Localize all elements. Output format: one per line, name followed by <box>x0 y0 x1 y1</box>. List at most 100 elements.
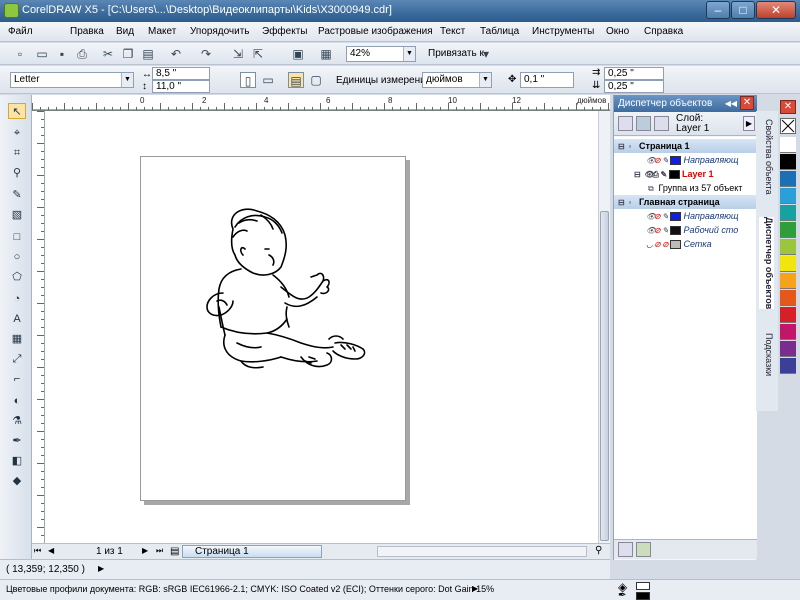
palette-swatch[interactable] <box>780 341 796 357</box>
ellipse-tool-icon[interactable]: ○ <box>8 249 26 265</box>
pen-icon[interactable]: ✎ <box>662 224 670 238</box>
tree-grid-layer[interactable]: ◡⊘⊘ Сетка <box>614 237 757 251</box>
snap-to-button[interactable]: Привязать к <box>428 48 484 59</box>
tree-master-guides[interactable]: 👁⊘✎ Направляющ <box>614 209 757 223</box>
units-select[interactable]: дюймов ▼ <box>422 72 492 88</box>
docker-close-icon[interactable]: ✕ <box>740 96 754 110</box>
menu-text[interactable]: Текст <box>440 26 465 37</box>
maximize-button[interactable]: □ <box>731 1 755 19</box>
palette-close-icon[interactable]: ✕ <box>780 100 796 114</box>
printer-icon[interactable]: ⎙ <box>653 168 661 182</box>
welcome-screen-icon[interactable]: ▦ <box>318 46 334 62</box>
tree-page-1[interactable]: ⊟ ▫ Страница 1 <box>614 139 757 153</box>
page-width-input[interactable]: 8,5 " <box>152 67 210 80</box>
application-launcher-icon[interactable]: ▣ <box>290 46 306 62</box>
prev-page-icon[interactable]: ◀ <box>48 546 54 555</box>
child-sitting-illustration[interactable] <box>141 157 407 502</box>
printer-disabled-icon[interactable]: ⊘ <box>654 154 662 168</box>
outline-pen-tool-icon[interactable]: ✒ <box>8 433 26 449</box>
printer-disabled-icon[interactable]: ⊘ <box>654 238 662 252</box>
menu-view[interactable]: Вид <box>116 26 134 37</box>
eye-icon[interactable]: 👁 <box>646 224 656 238</box>
paste-icon[interactable]: ▤ <box>140 46 156 62</box>
expand-collapse-icon[interactable]: ⊟ <box>634 168 642 182</box>
close-button[interactable]: ✕ <box>756 1 796 19</box>
menu-help[interactable]: Справка <box>644 26 683 37</box>
polygon-tool-icon[interactable]: ⬠ <box>8 269 26 285</box>
palette-swatch[interactable] <box>780 188 796 204</box>
tree-layer-1[interactable]: ⊟ 👁⎙ ✎ Layer 1 <box>614 167 757 181</box>
crop-tool-icon[interactable]: ⌗ <box>8 145 26 161</box>
page-tab-1[interactable]: Страница 1 <box>182 545 322 558</box>
chevron-down-icon[interactable]: ▾ <box>478 46 494 62</box>
vertical-ruler[interactable] <box>32 111 45 543</box>
no-color-swatch[interactable] <box>780 118 796 134</box>
eye-icon[interactable]: 👁 <box>646 154 656 168</box>
layer-properties-icon[interactable] <box>618 116 633 131</box>
tree-desktop-layer[interactable]: 👁⊘✎ Рабочий сто <box>614 223 757 237</box>
pen-icon[interactable]: ✎ <box>661 168 669 182</box>
profiles-arrow-icon[interactable]: ▶ <box>472 584 478 593</box>
new-document-icon[interactable]: ▫ <box>12 46 28 62</box>
add-page-icon[interactable]: ▤ <box>170 546 179 557</box>
palette-swatch[interactable] <box>780 324 796 340</box>
all-pages-icon[interactable]: ▤ <box>288 72 304 88</box>
next-page-icon[interactable]: ▶ <box>142 546 148 555</box>
export-icon[interactable]: ⇱ <box>250 46 266 62</box>
pick-tool-icon[interactable]: ↖ <box>8 103 26 119</box>
expand-collapse-icon[interactable]: ⊟ <box>618 140 626 154</box>
redo-icon[interactable]: ↷ <box>198 46 214 62</box>
menu-table[interactable]: Таблица <box>480 26 519 37</box>
tree-guides-layer[interactable]: 👁⊘✎ Направляющ <box>614 153 757 167</box>
new-master-layer-icon[interactable] <box>636 542 651 557</box>
menu-file[interactable]: Файл <box>8 26 33 37</box>
horizontal-scrollbar[interactable] <box>377 546 587 557</box>
zoom-tool-icon[interactable]: ⚲ <box>8 165 26 181</box>
palette-swatch[interactable] <box>780 290 796 306</box>
document-page[interactable] <box>140 156 406 501</box>
eyedropper-tool-icon[interactable]: ⚗ <box>8 413 26 429</box>
zoom-level-select[interactable]: 42% ▼ <box>346 46 416 62</box>
tree-group-item[interactable]: ⧉ Группа из 57 объект <box>614 181 757 195</box>
tab-object-manager[interactable]: Диспетчер объектов <box>759 217 774 310</box>
fill-color-indicator[interactable] <box>636 592 650 600</box>
first-page-icon[interactable]: ⏮ <box>34 546 41 556</box>
eye-hidden-icon[interactable]: ◡ <box>646 238 654 252</box>
new-layer-icon[interactable] <box>618 542 633 557</box>
pen-lock-icon[interactable]: ✎ <box>662 210 670 224</box>
pen-lock-icon[interactable]: ✎ <box>662 154 670 168</box>
save-icon[interactable]: ▪ <box>54 46 70 62</box>
import-icon[interactable]: ⇲ <box>230 46 246 62</box>
edit-across-layers-icon[interactable] <box>654 116 669 131</box>
tree-master-page[interactable]: ⊟ ▫ Главная страница <box>614 195 757 209</box>
paper-type-select[interactable]: Letter ▼ <box>10 72 134 88</box>
minimize-button[interactable]: – <box>706 1 730 19</box>
rectangle-tool-icon[interactable]: □ <box>8 229 26 245</box>
pen-disabled-icon[interactable]: ⊘ <box>662 238 670 252</box>
color-profiles-text[interactable]: Цветовые профили документа: RGB: sRGB IE… <box>6 584 494 594</box>
last-page-icon[interactable]: ⏭ <box>156 546 163 556</box>
horizontal-ruler[interactable]: 0 2 4 6 8 10 12 дюймов <box>32 95 610 111</box>
palette-swatch[interactable] <box>780 358 796 374</box>
zoom-navigator-icon[interactable]: ⚲ <box>595 545 602 556</box>
table-tool-icon[interactable]: ▦ <box>8 331 26 347</box>
menu-tools[interactable]: Инструменты <box>532 26 594 37</box>
expand-collapse-icon[interactable]: ⊟ <box>618 196 626 210</box>
smart-fill-tool-icon[interactable]: ▧ <box>8 207 26 223</box>
palette-swatch[interactable] <box>780 205 796 221</box>
tab-hints[interactable]: Подсказки <box>759 333 774 376</box>
interactive-fill-tool-icon[interactable]: ◆ <box>8 473 26 489</box>
palette-swatch[interactable] <box>780 256 796 272</box>
undo-icon[interactable]: ↶ <box>168 46 184 62</box>
nudge-distance-input[interactable]: 0,1 " <box>520 72 574 88</box>
show-object-properties-icon[interactable] <box>636 116 651 131</box>
palette-swatch[interactable] <box>780 307 796 323</box>
outline-none-indicator[interactable] <box>636 582 650 590</box>
blend-tool-icon[interactable]: ◐ <box>8 393 26 409</box>
shape-tool-icon[interactable]: ⌖ <box>8 125 26 141</box>
connector-tool-icon[interactable]: ⌐ <box>8 371 26 387</box>
duplicate-y-input[interactable]: 0,25 " <box>604 80 664 93</box>
fill-tool-icon[interactable]: ◧ <box>8 453 26 469</box>
menu-layout[interactable]: Макет <box>148 26 176 37</box>
eye-icon[interactable]: 👁 <box>646 210 656 224</box>
